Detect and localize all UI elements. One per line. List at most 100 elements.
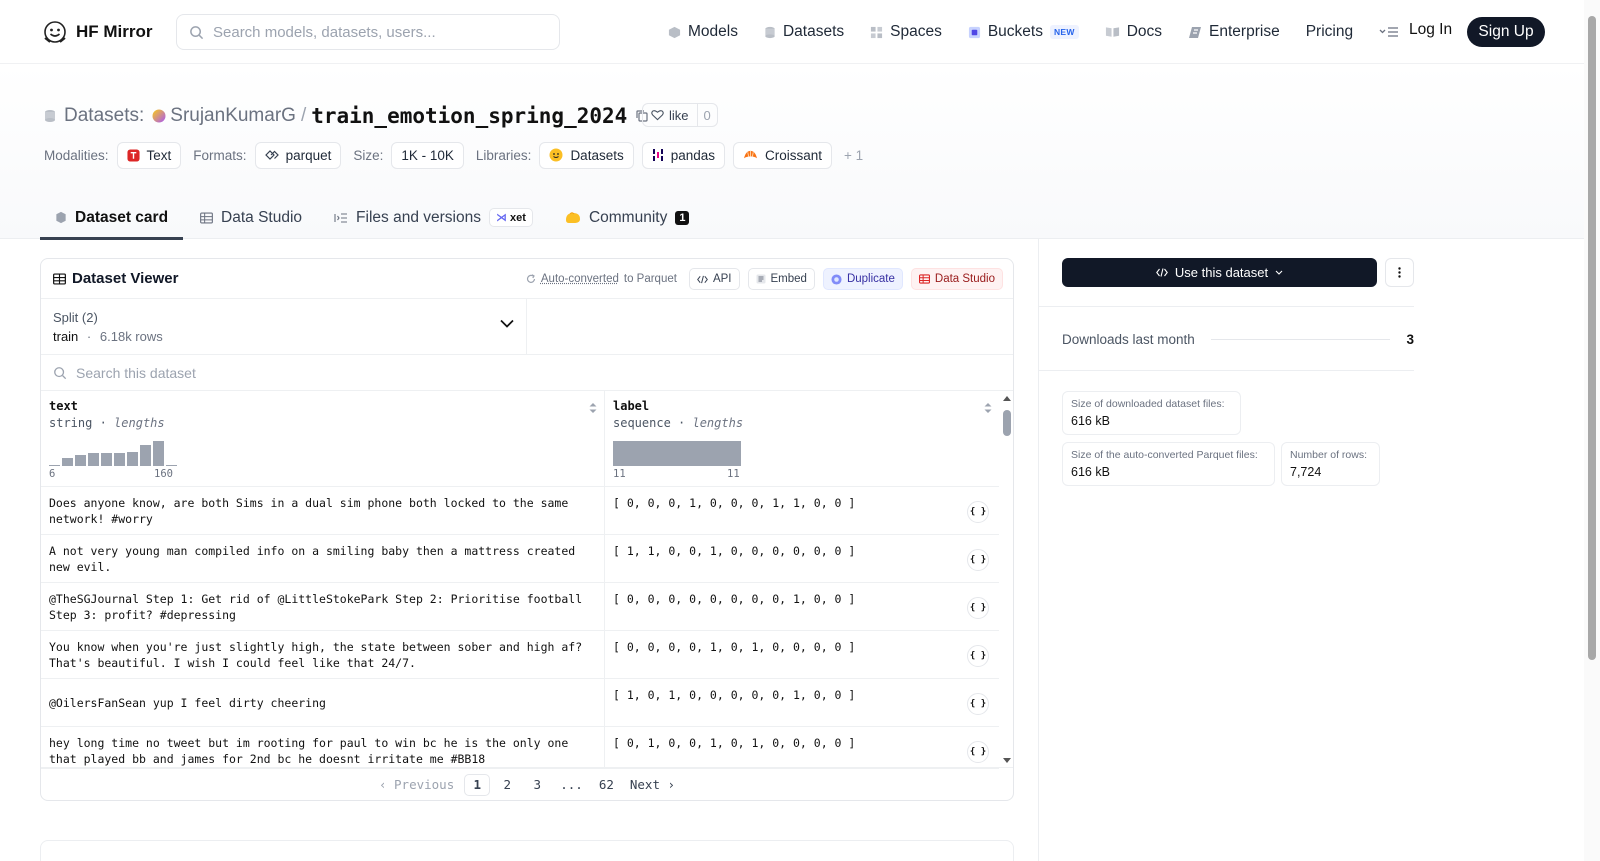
- library-chip-datasets[interactable]: Datasets: [539, 142, 633, 169]
- nav-models[interactable]: Models: [668, 23, 738, 41]
- page-button[interactable]: 3: [524, 774, 550, 796]
- duplicate-label: Duplicate: [847, 273, 895, 285]
- json-view-button[interactable]: { }: [967, 597, 989, 619]
- tab-dataset-card-label: Dataset card: [75, 209, 168, 227]
- dataset-name-link[interactable]: train_emotion_spring_2024: [311, 104, 627, 128]
- croissant-icon: [743, 149, 758, 162]
- chevron-down-icon: [1275, 270, 1283, 275]
- nav-spaces-label: Spaces: [890, 23, 942, 41]
- api-button[interactable]: API: [689, 268, 740, 290]
- table-row[interactable]: @OilersFanSean yup I feel dirty cheering…: [41, 679, 999, 727]
- hf-datasets-icon: [549, 148, 563, 162]
- tab-files-versions[interactable]: Files and versions ⋊ xet: [319, 196, 548, 239]
- histogram-max: 160: [154, 468, 173, 480]
- column-header-label[interactable]: label sequence · lengths 11 11: [605, 391, 999, 486]
- nav-buckets[interactable]: Buckets NEW: [968, 23, 1079, 41]
- signup-button[interactable]: Sign Up: [1467, 17, 1545, 47]
- page-scrollbar-thumb[interactable]: [1588, 16, 1596, 660]
- text-modality-icon: [127, 149, 140, 162]
- login-link[interactable]: Log In: [1409, 21, 1452, 39]
- table-row[interactable]: hey long time no tweet but im rooting fo…: [41, 727, 999, 769]
- json-view-button[interactable]: { }: [967, 549, 989, 571]
- global-search-input[interactable]: Search models, datasets, users...: [176, 14, 560, 50]
- next-page-button[interactable]: Next ›: [624, 774, 681, 796]
- label-cell: [ 0, 0, 0, 0, 0, 0, 0, 0, 1, 0, 0 ]{ }: [605, 583, 999, 630]
- size-chip[interactable]: 1K - 10K: [391, 142, 464, 169]
- top-navbar: HF Mirror Search models, datasets, users…: [0, 0, 1584, 64]
- text-cell: @OilersFanSean yup I feel dirty cheering: [41, 679, 605, 726]
- owner-link[interactable]: SrujanKumarG: [170, 105, 296, 127]
- table-row[interactable]: A not very young man compiled info on a …: [41, 535, 999, 583]
- more-options-button[interactable]: [1385, 258, 1414, 287]
- split-separator: ·: [87, 329, 91, 344]
- split-select[interactable]: Split (2) train · 6.18k rows: [41, 299, 527, 355]
- page-button[interactable]: 2: [494, 774, 520, 796]
- text-cell: Does anyone know, are both Sims in a dua…: [41, 487, 605, 534]
- nav-pricing[interactable]: Pricing: [1306, 23, 1353, 41]
- nav-docs[interactable]: Docs: [1105, 23, 1162, 41]
- table-row[interactable]: Does anyone know, are both Sims in a dua…: [41, 487, 999, 535]
- sort-icon[interactable]: [588, 401, 598, 415]
- files-icon: [334, 212, 348, 224]
- sort-icon[interactable]: [983, 401, 993, 415]
- length-min: 11: [613, 468, 626, 480]
- nav-enterprise[interactable]: Enterprise: [1188, 23, 1280, 41]
- data-studio-button[interactable]: Data Studio: [911, 268, 1003, 290]
- tab-data-studio[interactable]: Data Studio: [185, 196, 317, 239]
- json-view-button[interactable]: { }: [967, 501, 989, 523]
- table-scrollbar-thumb[interactable]: [1003, 410, 1011, 436]
- nav-spaces[interactable]: Spaces: [870, 23, 942, 41]
- nav-datasets[interactable]: Datasets: [764, 23, 844, 41]
- label-cell: [ 1, 1, 0, 0, 1, 0, 0, 0, 0, 0, 0 ]{ }: [605, 535, 999, 582]
- text-cell: A not very young man compiled info on a …: [41, 535, 605, 582]
- search-icon: [53, 366, 67, 380]
- more-libraries[interactable]: + 1: [844, 148, 863, 163]
- tab-dataset-card[interactable]: Dataset card: [40, 196, 183, 239]
- nav-more-menu[interactable]: [1379, 26, 1399, 38]
- modality-chip-text[interactable]: Text: [117, 142, 182, 169]
- json-view-button[interactable]: { }: [967, 645, 989, 667]
- library-chip-croissant[interactable]: Croissant: [733, 142, 832, 169]
- json-view-button[interactable]: { }: [967, 741, 989, 763]
- duplicate-button[interactable]: Duplicate: [823, 268, 903, 290]
- previous-page-button[interactable]: ‹ Previous: [373, 774, 460, 796]
- library-chip-pandas[interactable]: pandas: [642, 142, 725, 169]
- like-button[interactable]: like 0: [642, 103, 718, 127]
- nav-docs-label: Docs: [1127, 23, 1162, 41]
- data-table: text string · lengths 6 160 label sequen…: [41, 391, 999, 769]
- histogram-bar: [75, 455, 86, 466]
- format-chip-parquet[interactable]: parquet: [255, 142, 342, 169]
- tab-community[interactable]: Community 1: [550, 196, 705, 239]
- dataset-card-icon: [55, 211, 67, 224]
- auto-converted-link[interactable]: Auto-converted: [541, 273, 619, 285]
- new-badge: NEW: [1050, 25, 1079, 39]
- stat-label: Number of rows:: [1290, 449, 1371, 461]
- column-type: string · lengths: [49, 416, 596, 430]
- page-scrollbar[interactable]: [1584, 0, 1600, 861]
- table-row[interactable]: You know when you're just slightly high,…: [41, 631, 999, 679]
- table-row[interactable]: @TheSGJournal Step 1: Get rid of @Little…: [41, 583, 999, 631]
- label-value: [ 0, 0, 0, 1, 0, 0, 0, 1, 1, 0, 0 ]: [613, 496, 855, 510]
- label-value: [ 0, 1, 0, 0, 1, 0, 1, 0, 0, 0, 0 ]: [613, 736, 855, 750]
- label-value: [ 1, 0, 1, 0, 0, 0, 0, 0, 1, 0, 0 ]: [613, 688, 855, 702]
- label-cell: [ 0, 0, 0, 0, 1, 0, 1, 0, 0, 0, 0 ]{ }: [605, 631, 999, 678]
- text-cell: hey long time no tweet but im rooting fo…: [41, 727, 605, 768]
- use-this-dataset-label: Use this dataset: [1175, 265, 1268, 280]
- json-view-button[interactable]: { }: [967, 693, 989, 715]
- like-count: 0: [697, 104, 717, 126]
- libraries-label: Libraries:: [476, 148, 532, 163]
- dataset-search-input[interactable]: Search this dataset: [41, 355, 1013, 391]
- scroll-up-icon[interactable]: [1002, 395, 1012, 402]
- use-this-dataset-button[interactable]: Use this dataset: [1062, 258, 1377, 287]
- more-menu-icon: [1379, 26, 1399, 38]
- column-header-text[interactable]: text string · lengths 6 160: [41, 391, 605, 486]
- home-link[interactable]: HF Mirror: [42, 19, 153, 45]
- scroll-down-icon[interactable]: [1002, 757, 1012, 764]
- histogram-bar: [114, 453, 125, 466]
- embed-button[interactable]: Embed: [748, 268, 815, 290]
- page-button[interactable]: 62: [593, 774, 620, 796]
- length-bar: [613, 441, 741, 466]
- label-cell: [ 1, 0, 1, 0, 0, 0, 0, 0, 1, 0, 0 ] { }: [605, 679, 999, 726]
- table-scrollbar[interactable]: [1001, 393, 1013, 767]
- page-button[interactable]: 1: [464, 774, 490, 796]
